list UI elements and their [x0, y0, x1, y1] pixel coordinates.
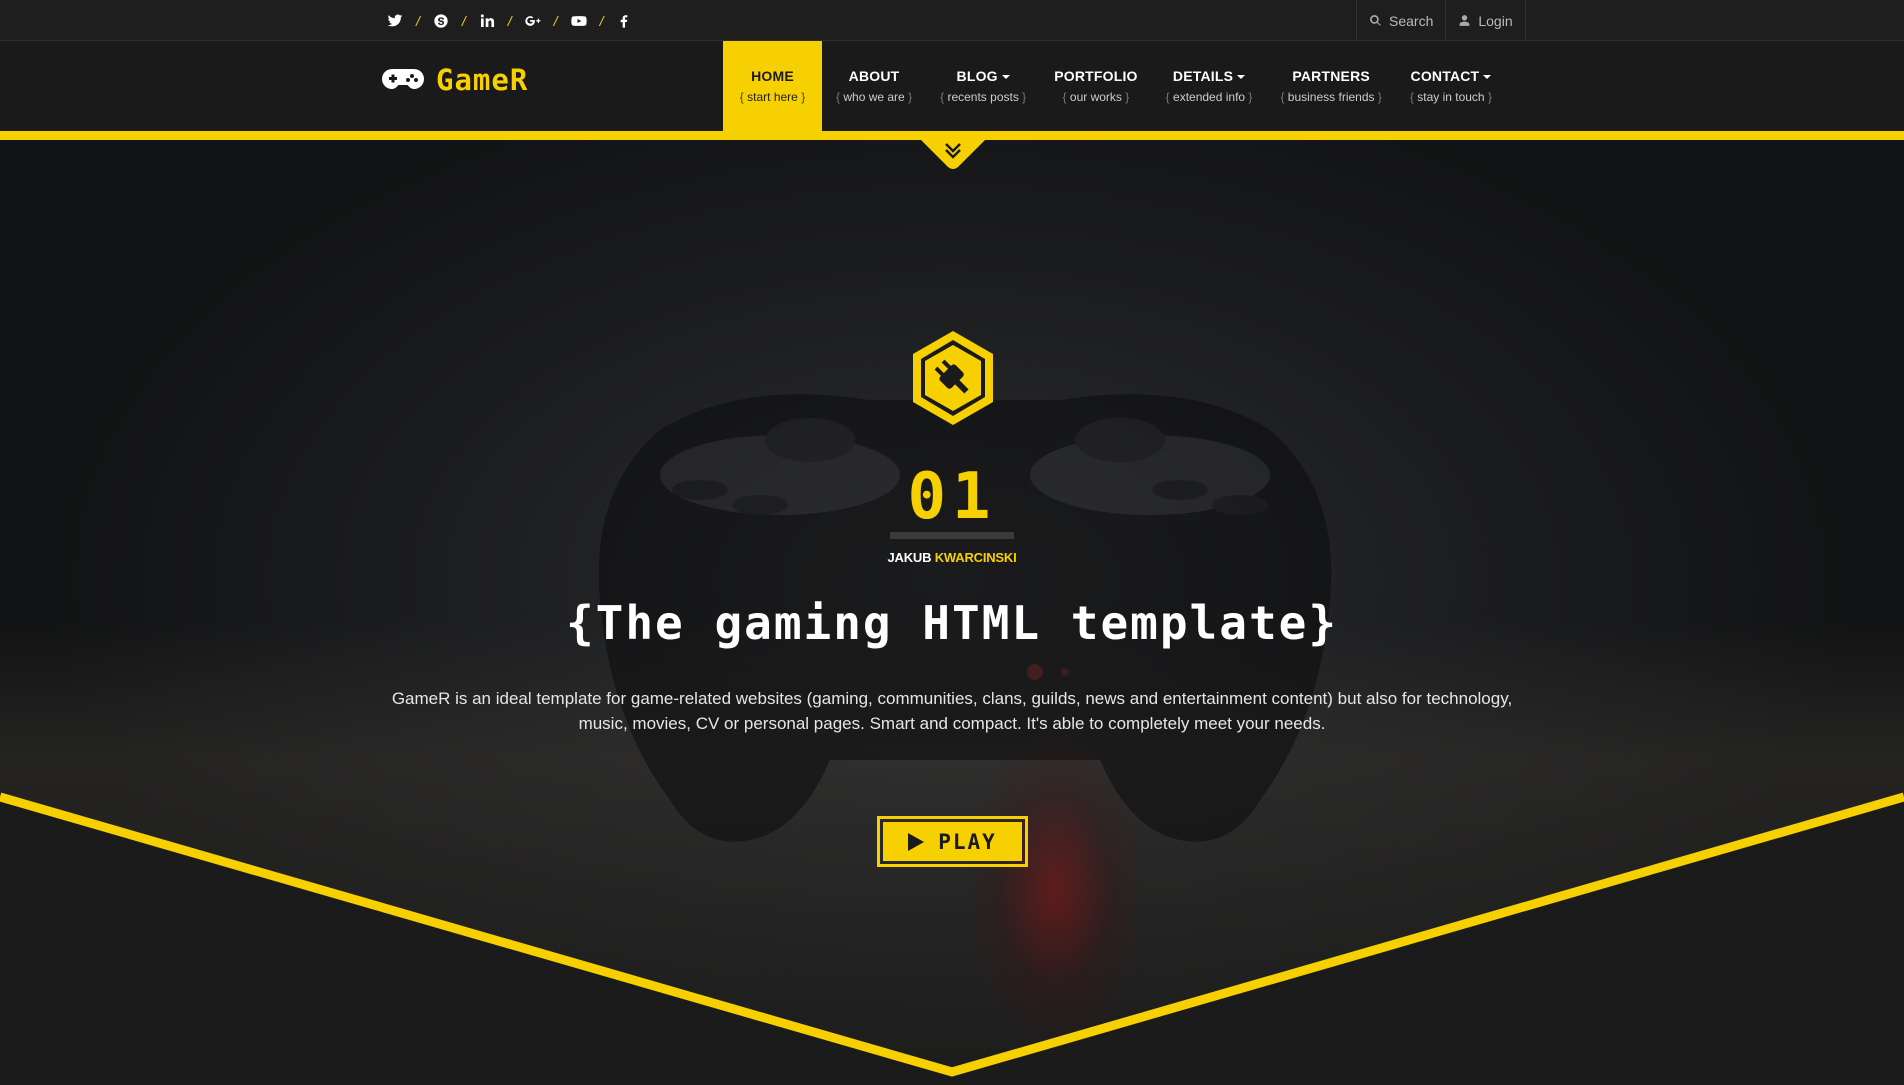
- slide-number: 01: [907, 460, 997, 534]
- social-separator: /: [416, 12, 420, 29]
- nav-label: BLOG: [957, 68, 1010, 84]
- linkedin-icon[interactable]: [476, 10, 498, 32]
- logo-text-main: Game: [436, 63, 510, 97]
- login-button[interactable]: Login: [1445, 0, 1526, 41]
- hero-title: {The gaming HTML template}: [565, 596, 1339, 650]
- nav-label: HOME: [751, 68, 794, 84]
- twitter-icon[interactable]: [384, 10, 406, 32]
- red-glow: [970, 740, 1140, 1040]
- nav-sub: { recents posts }: [940, 90, 1027, 104]
- play-label: PLAY: [938, 829, 997, 854]
- nav-label: PARTNERS: [1292, 68, 1370, 84]
- logo-text: GameR: [436, 63, 528, 97]
- nav-label: CONTACT: [1411, 68, 1492, 84]
- main-header: GameR HOME { start here } ABOUT { who we…: [0, 41, 1904, 131]
- social-separator: /: [599, 12, 604, 29]
- nav-sub: { business friends }: [1280, 90, 1382, 104]
- gamepad-icon: [382, 69, 424, 89]
- nav-label: ABOUT: [848, 68, 900, 84]
- search-button[interactable]: Search: [1356, 0, 1445, 41]
- nav-item-home[interactable]: HOME { start here }: [723, 41, 822, 131]
- play-button-inner: PLAY: [883, 822, 1022, 861]
- play-button[interactable]: PLAY: [877, 816, 1028, 867]
- nav-item-partners[interactable]: PARTNERS { business friends }: [1266, 41, 1395, 131]
- nav-sub: { extended info }: [1165, 90, 1253, 104]
- top-actions: Search Login: [1356, 0, 1526, 41]
- nav-sub: { our works }: [1062, 90, 1130, 104]
- facebook-icon[interactable]: [613, 10, 635, 32]
- caret-down-icon: [1483, 75, 1492, 80]
- nav-item-contact[interactable]: CONTACT { stay in touch }: [1396, 41, 1506, 131]
- caret-down-icon: [1237, 75, 1246, 80]
- nav-sub: { stay in touch }: [1409, 90, 1492, 104]
- author-name: JAKUB KWARCINSKI: [0, 550, 1904, 565]
- social-separator: /: [553, 12, 558, 29]
- nav-item-portfolio[interactable]: PORTFOLIO { our works }: [1040, 41, 1151, 131]
- author-last: KWARCINSKI: [934, 550, 1017, 565]
- user-icon: [1459, 15, 1470, 26]
- nav-sub: { start here }: [739, 90, 806, 104]
- nav-label: PORTFOLIO: [1054, 68, 1138, 84]
- main-nav: HOME { start here } ABOUT { who we are }…: [723, 41, 1506, 131]
- caret-down-icon: [1001, 75, 1010, 80]
- nav-item-details[interactable]: DETAILS { extended info }: [1152, 41, 1267, 131]
- search-label: Search: [1389, 12, 1434, 29]
- plug-icon: [913, 331, 993, 425]
- nav-item-blog[interactable]: BLOG { recents posts }: [926, 41, 1040, 131]
- number-underline: [890, 532, 1014, 539]
- search-icon: [1370, 15, 1381, 26]
- nav-sub: { who we are }: [836, 90, 913, 104]
- top-bar: / / / / / Search Login: [0, 0, 1904, 41]
- login-label: Login: [1478, 12, 1513, 29]
- author-first: JAKUB: [887, 550, 932, 565]
- social-separator: /: [507, 12, 512, 29]
- hero-description: GameR is an ideal template for game-rela…: [391, 689, 1513, 733]
- google-plus-icon[interactable]: [522, 10, 544, 32]
- social-links: / / / / /: [384, 0, 635, 41]
- nav-item-about[interactable]: ABOUT { who we are }: [822, 41, 926, 131]
- play-icon: [908, 832, 925, 851]
- youtube-icon[interactable]: [568, 10, 590, 32]
- skype-icon[interactable]: [430, 10, 452, 32]
- scroll-down-icon[interactable]: [920, 139, 986, 171]
- site-logo[interactable]: GameR: [382, 63, 528, 97]
- social-separator: /: [461, 12, 466, 29]
- logo-text-end: R: [509, 63, 529, 97]
- nav-label: DETAILS: [1173, 68, 1246, 84]
